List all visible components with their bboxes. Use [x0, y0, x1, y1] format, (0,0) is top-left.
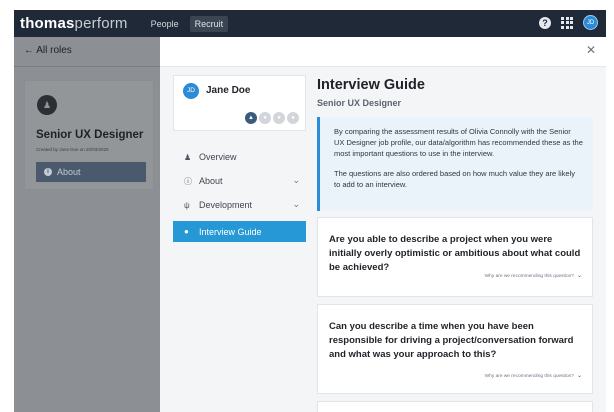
arrow-left-icon: ←: [24, 45, 34, 56]
candidate-avatar: JD: [183, 83, 199, 99]
info-icon: ⓘ: [184, 176, 192, 186]
menu-item-about[interactable]: ⓘ About ⌄: [173, 169, 306, 193]
chevron-down-icon: ⌄: [292, 199, 300, 209]
sprout-icon: ψ: [184, 200, 190, 210]
question-text: Are you able to describe a project when …: [329, 234, 581, 273]
menu-item-label: Development: [199, 200, 253, 210]
menu-item-overview[interactable]: ♟ Overview: [173, 145, 306, 169]
why-recommended-toggle[interactable]: Why are we recommending this question? ⌄: [485, 372, 582, 379]
personality-icon[interactable]: ●: [273, 112, 285, 124]
question-card: [317, 401, 593, 412]
role-card: ♟ Senior UX Designer Created by Jane Doe…: [24, 80, 154, 190]
chevron-down-icon: ⌄: [576, 273, 582, 279]
panel-header: ✕: [160, 37, 606, 67]
side-menu: ♟ Overview ⓘ About ⌄ ψ Development ⌄ ● I…: [173, 145, 306, 242]
all-roles-back-link[interactable]: ← All roles: [24, 45, 72, 56]
page-subtitle: Senior UX Designer: [317, 98, 402, 108]
candidate-name: Jane Doe: [206, 85, 251, 96]
all-roles-label: All roles: [36, 45, 72, 56]
person-check-icon: ♟: [184, 152, 192, 162]
info-paragraph: The questions are also ordered based on …: [334, 169, 575, 189]
chevron-down-icon: ⌄: [292, 175, 300, 185]
role-created-by: Created by Jane Doe on 20/03/2020: [36, 147, 109, 152]
help-icon[interactable]: ?: [539, 16, 551, 29]
why-recommended-label: Why are we recommending this question?: [484, 274, 574, 279]
question-card: Are you able to describe a project when …: [317, 217, 593, 297]
menu-item-interview-guide[interactable]: ● Interview Guide: [173, 221, 306, 242]
app-window: thomasperform People Recruit ? JD ← All …: [14, 10, 606, 412]
user-avatar[interactable]: JD: [583, 15, 598, 30]
why-recommended-label: Why are we recommending this question?: [484, 374, 574, 379]
behaviour-icon[interactable]: ▲: [245, 112, 257, 124]
page-title: Interview Guide: [317, 77, 425, 93]
info-icon: i: [44, 168, 52, 176]
about-button-label: About: [57, 167, 81, 177]
why-recommended-toggle[interactable]: Why are we recommending this question? ⌄: [485, 272, 582, 279]
assessment-badges: ▲ ● ● ●: [245, 112, 299, 124]
nav-recruit[interactable]: Recruit: [189, 15, 229, 32]
emotional-intelligence-icon[interactable]: ●: [287, 112, 299, 124]
app-grid-icon[interactable]: [561, 16, 573, 29]
question-card: Can you describe a time when you have be…: [317, 304, 593, 394]
info-callout: By comparing the assessment results of O…: [317, 117, 593, 211]
menu-item-development[interactable]: ψ Development ⌄: [173, 193, 306, 217]
roles-panel-dimmed: ← All roles ♟ Senior UX Designer Created…: [14, 37, 160, 412]
menu-item-label: Interview Guide: [199, 226, 262, 237]
menu-item-label: About: [199, 176, 223, 186]
top-navigation-bar: thomasperform People Recruit ? JD: [14, 10, 606, 37]
interview-guide-panel: ✕ JD Jane Doe ▲ ● ● ● ♟ Overview ⓘ About…: [160, 37, 606, 412]
nav-people[interactable]: People: [146, 16, 184, 32]
about-button[interactable]: i About: [36, 162, 146, 182]
topbar-actions: ? JD: [539, 15, 598, 30]
chat-icon: ●: [184, 227, 189, 236]
divider: [14, 66, 160, 67]
candidate-card: JD Jane Doe ▲ ● ● ●: [173, 75, 306, 131]
thomas-perform-logo[interactable]: thomasperform: [20, 15, 128, 32]
role-title: Senior UX Designer: [36, 129, 144, 141]
add-person-icon: ♟: [37, 95, 57, 115]
close-icon[interactable]: ✕: [586, 43, 596, 57]
aptitude-icon[interactable]: ●: [259, 112, 271, 124]
question-text: Can you describe a time when you have be…: [329, 321, 574, 360]
info-paragraph: By comparing the assessment results of O…: [334, 127, 583, 158]
chevron-down-icon: ⌄: [576, 373, 582, 379]
menu-item-label: Overview: [199, 152, 237, 162]
